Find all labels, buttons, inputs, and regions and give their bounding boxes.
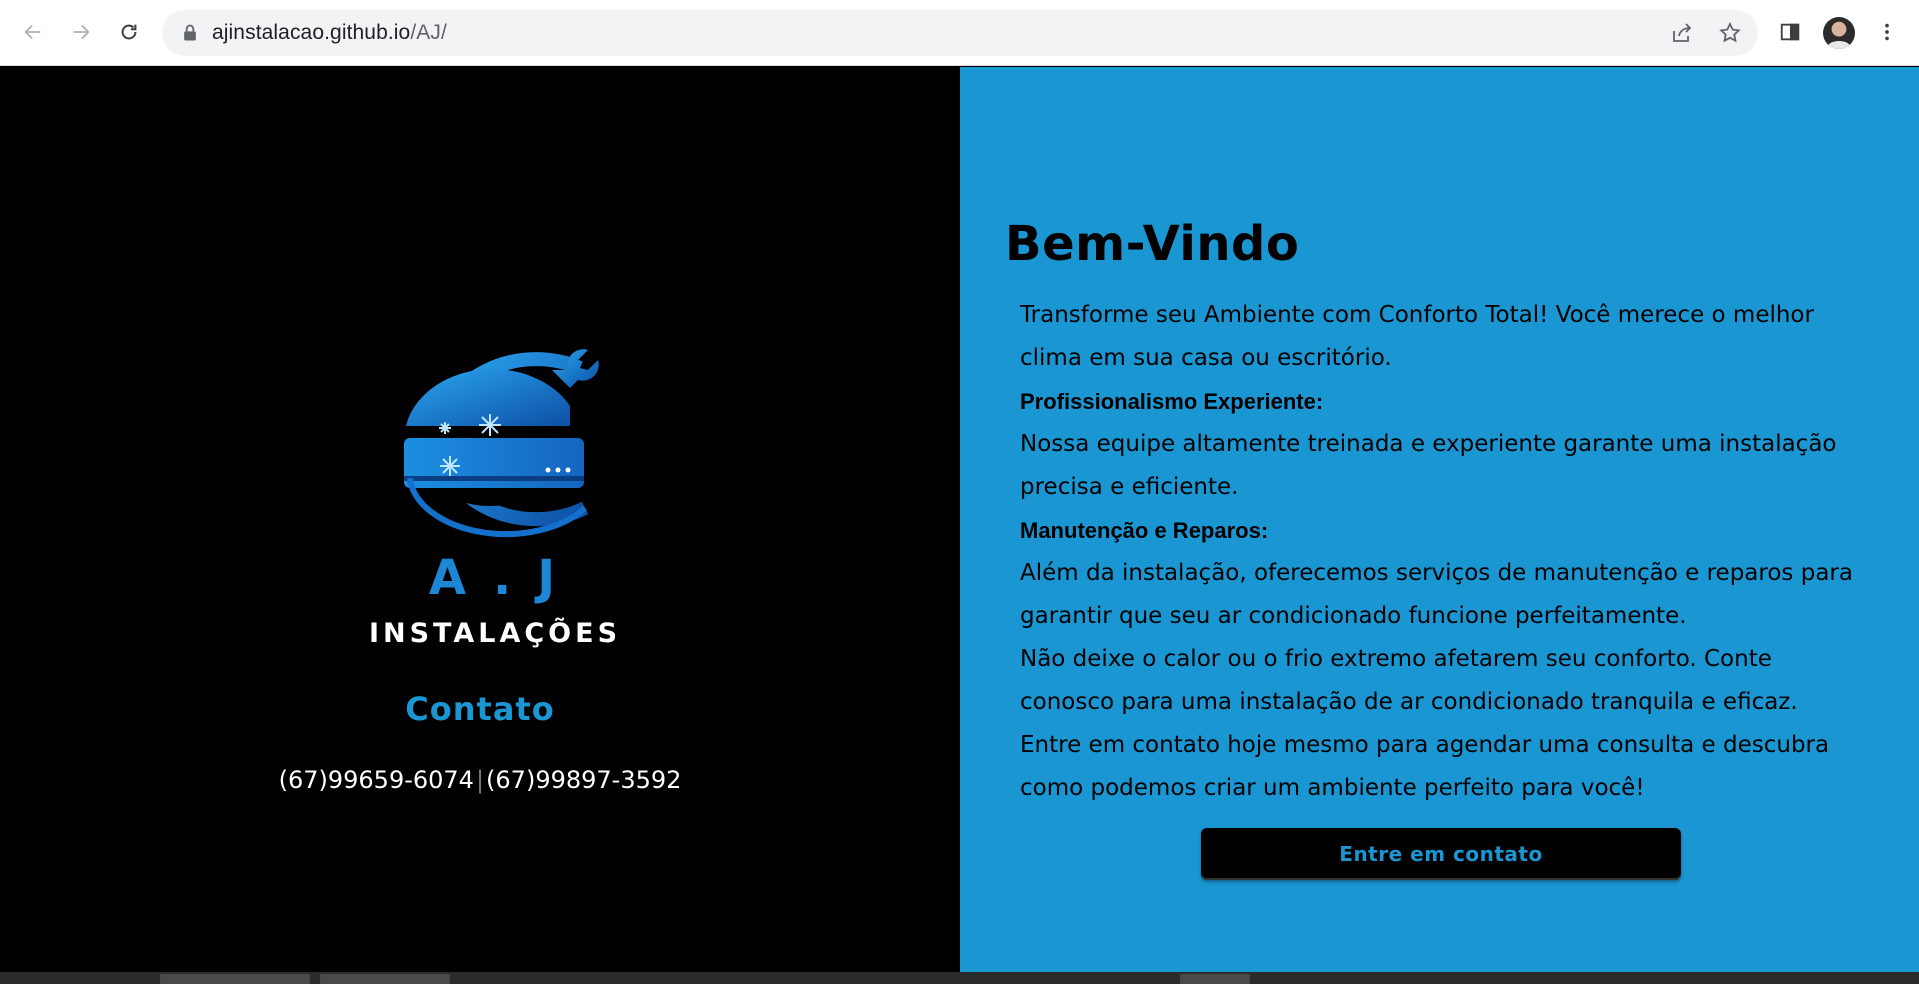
- logo-brand: A.J: [428, 550, 582, 606]
- back-arrow-icon[interactable]: [15, 14, 51, 50]
- heading-professionalism: Profissionalismo Experiente:: [1020, 389, 1324, 414]
- taskbar-item[interactable]: [1180, 974, 1250, 984]
- contact-title: Contato: [405, 690, 555, 728]
- url-text[interactable]: ajinstalacao.github.io/AJ/: [212, 21, 447, 45]
- welcome-copy: Transforme seu Ambiente com Conforto Tot…: [1020, 294, 1870, 810]
- browser-toolbar: ajinstalacao.github.io/AJ/: [0, 0, 1919, 66]
- address-bar[interactable]: ajinstalacao.github.io/AJ/: [162, 10, 1758, 56]
- intro-text: Transforme seu Ambiente com Conforto Tot…: [1020, 302, 1814, 371]
- logo-subtitle: INSTALAÇÕES: [368, 618, 622, 649]
- taskbar-item[interactable]: [320, 974, 450, 984]
- contact-cta-text: Entre em contato hoje mesmo para agendar…: [1020, 732, 1830, 801]
- heading-maintenance: Manutenção e Reparos:: [1020, 518, 1269, 543]
- comfort-text: Não deixe o calor ou o frio extremo afet…: [1020, 646, 1798, 715]
- star-icon[interactable]: [1718, 21, 1742, 45]
- taskbar-item[interactable]: [160, 974, 310, 984]
- reload-icon[interactable]: [111, 14, 147, 50]
- share-icon[interactable]: [1670, 21, 1694, 45]
- menu-kebab-icon[interactable]: [1872, 17, 1902, 47]
- phone-1[interactable]: (67)99659-6074: [279, 766, 474, 794]
- contact-button[interactable]: Entre em contato: [1201, 828, 1681, 880]
- aj-logo: A.J INSTALAÇÕES: [330, 318, 660, 658]
- os-taskbar: [0, 972, 1919, 984]
- phone-2[interactable]: (67)99897-3592: [486, 766, 681, 794]
- welcome-title: Bem-Vindo: [1005, 216, 1300, 272]
- professionalism-text: Nossa equipe altamente treinada e experi…: [1020, 431, 1837, 500]
- lock-icon[interactable]: [180, 23, 200, 43]
- air-conditioner-logo-icon: [404, 349, 599, 538]
- maintenance-text: Além da instalação, oferecemos serviços …: [1020, 560, 1853, 629]
- forward-arrow-icon[interactable]: [63, 14, 99, 50]
- url-host: ajinstalacao.github.io: [212, 21, 411, 44]
- phone-separator: |: [475, 766, 485, 794]
- avatar[interactable]: [1823, 17, 1855, 49]
- side-panel-icon[interactable]: [1775, 17, 1805, 47]
- contact-phones: (67)99659-6074|(67)99897-3592: [0, 766, 960, 794]
- url-path: /AJ/: [410, 21, 447, 44]
